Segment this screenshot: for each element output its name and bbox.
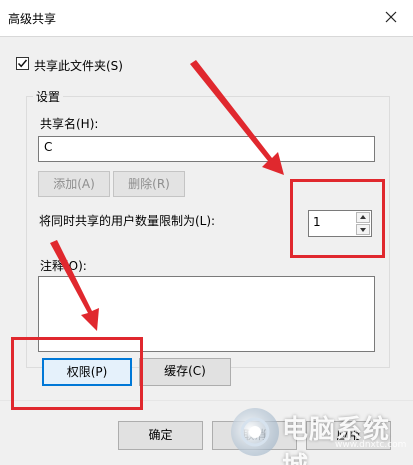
- title-divider: [0, 36, 413, 37]
- share-folder-checkbox[interactable]: [16, 57, 29, 70]
- delete-button: 删除(R): [113, 171, 185, 197]
- settings-legend: 设置: [33, 88, 64, 105]
- checkmark-icon: [17, 59, 28, 68]
- highlight-box-permissions: [11, 337, 143, 410]
- window-title: 高级共享: [8, 12, 57, 26]
- watermark-url: www.dnxtc.com: [335, 440, 407, 450]
- share-folder-label[interactable]: 共享此文件夹(S): [34, 57, 123, 74]
- title-bar: [0, 0, 413, 36]
- close-icon: [385, 11, 397, 23]
- share-name-input[interactable]: C: [38, 136, 375, 162]
- comment-label: 注释(O):: [40, 259, 87, 273]
- caching-button[interactable]: 缓存(C): [139, 358, 231, 386]
- add-button: 添加(A): [38, 171, 110, 197]
- close-button[interactable]: [378, 4, 404, 30]
- ok-button[interactable]: 确定: [118, 421, 203, 450]
- watermark-text: 电脑系统城: [282, 415, 391, 465]
- share-name-label: 共享名(H):: [40, 117, 99, 131]
- user-limit-label: 将同时共享的用户数量限制为(L):: [39, 214, 216, 228]
- highlight-box-user-limit: [290, 179, 385, 258]
